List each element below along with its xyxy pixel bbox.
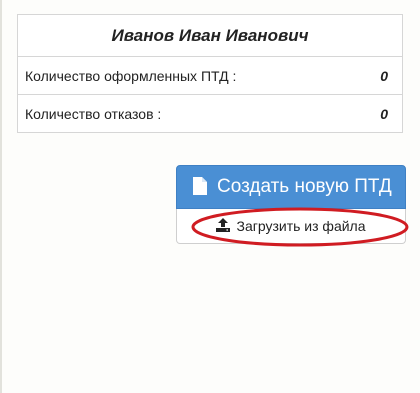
user-stats-table: Иванов Иван Иванович Количество оформлен…	[17, 14, 403, 133]
stats-row-declarations: Количество оформленных ПТД : 0	[18, 56, 402, 94]
upload-icon	[216, 218, 231, 232]
stats-value: 0	[380, 67, 388, 84]
user-name: Иванов Иван Иванович	[111, 25, 309, 45]
upload-from-file-label: Загрузить из файла	[236, 218, 366, 234]
user-name-heading: Иванов Иван Иванович	[18, 15, 402, 56]
upload-from-file-button[interactable]: Загрузить из файла	[176, 209, 406, 244]
declaration-actions: Создать новую ПТД Загрузить из файла	[176, 165, 406, 244]
stats-label: Количество оформленных ПТД :	[25, 67, 237, 84]
page: Иванов Иван Иванович Количество оформлен…	[0, 0, 420, 393]
stats-label: Количество отказов :	[25, 105, 162, 122]
page-left-border	[0, 0, 2, 393]
stats-row-refusals: Количество отказов : 0	[18, 94, 402, 132]
file-icon	[193, 177, 207, 195]
create-declaration-button[interactable]: Создать новую ПТД	[176, 165, 406, 209]
stats-value: 0	[380, 105, 388, 122]
create-declaration-label: Создать новую ПТД	[217, 176, 392, 197]
